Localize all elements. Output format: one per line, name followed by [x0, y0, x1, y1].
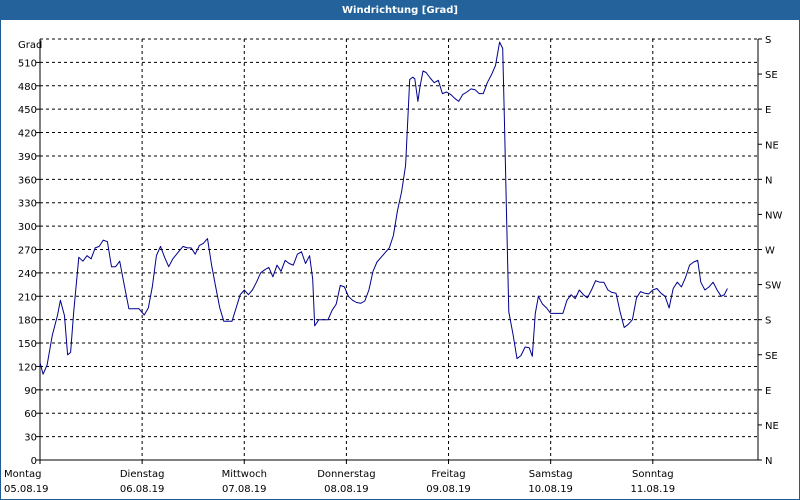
x-date-label: 07.08.19 — [222, 484, 267, 495]
x-day-label: Sonntag — [632, 469, 674, 480]
right-axis-label: NE — [765, 421, 779, 432]
x-day-label: Montag — [4, 469, 41, 480]
x-date-label: 08.08.19 — [324, 484, 369, 495]
y-tick-label: 30 — [24, 433, 37, 444]
y-tick-label: 270 — [18, 246, 37, 257]
right-axis-label: E — [765, 105, 771, 116]
y-tick-label: 330 — [18, 199, 37, 210]
right-axis-label: NE — [765, 140, 779, 151]
right-axis-label: S — [765, 35, 771, 46]
y-axis-title: Grad — [18, 40, 42, 51]
x-date-label: 10.08.19 — [528, 484, 573, 495]
y-tick-label: 60 — [24, 409, 37, 420]
y-tick-label: 510 — [18, 58, 37, 69]
line-chart: 0 30 60 90 120 150 180 210 240 270 300 330 360 390 420… — [4, 35, 782, 495]
x-date-label: 05.08.19 — [4, 484, 49, 495]
right-axis-label: SW — [765, 281, 781, 292]
right-axis-label: W — [765, 246, 775, 257]
right-axis-label: N — [765, 175, 772, 186]
right-axis-label: SE — [765, 351, 778, 362]
y-tick-label: 240 — [18, 269, 37, 280]
y-tick-label: 120 — [18, 362, 37, 373]
x-day-label: Mittwoch — [222, 469, 267, 480]
y-tick-label: 210 — [18, 292, 37, 303]
plot-area — [40, 39, 758, 460]
x-day-label: Donnerstag — [317, 469, 375, 480]
right-axis-label: E — [765, 386, 771, 397]
y-tick-label: 450 — [18, 105, 37, 116]
x-date-label: 11.08.19 — [631, 484, 676, 495]
y-tick-label: 0 — [31, 456, 37, 467]
x-date-label: 06.08.19 — [120, 484, 165, 495]
right-axis-label: SE — [765, 70, 778, 81]
right-axis-label: S — [765, 316, 771, 327]
y-tick-label: 480 — [18, 82, 37, 93]
plot-background — [40, 39, 758, 460]
x-day-label: Samstag — [529, 469, 573, 480]
x-date-label: 09.08.19 — [426, 484, 471, 495]
y-tick-label: 300 — [18, 222, 37, 233]
right-axis-label: NW — [765, 210, 782, 221]
y-tick-label: 360 — [18, 175, 37, 186]
y-tick-label: 150 — [18, 339, 37, 350]
y-tick-label: 180 — [18, 316, 37, 327]
y-tick-label: 390 — [18, 152, 37, 163]
y-tick-label: 90 — [24, 386, 37, 397]
y-tick-label: 420 — [18, 129, 37, 140]
right-axis-label: N — [765, 456, 772, 467]
x-day-label: Dienstag — [120, 469, 165, 480]
x-day-label: Freitag — [431, 469, 465, 480]
